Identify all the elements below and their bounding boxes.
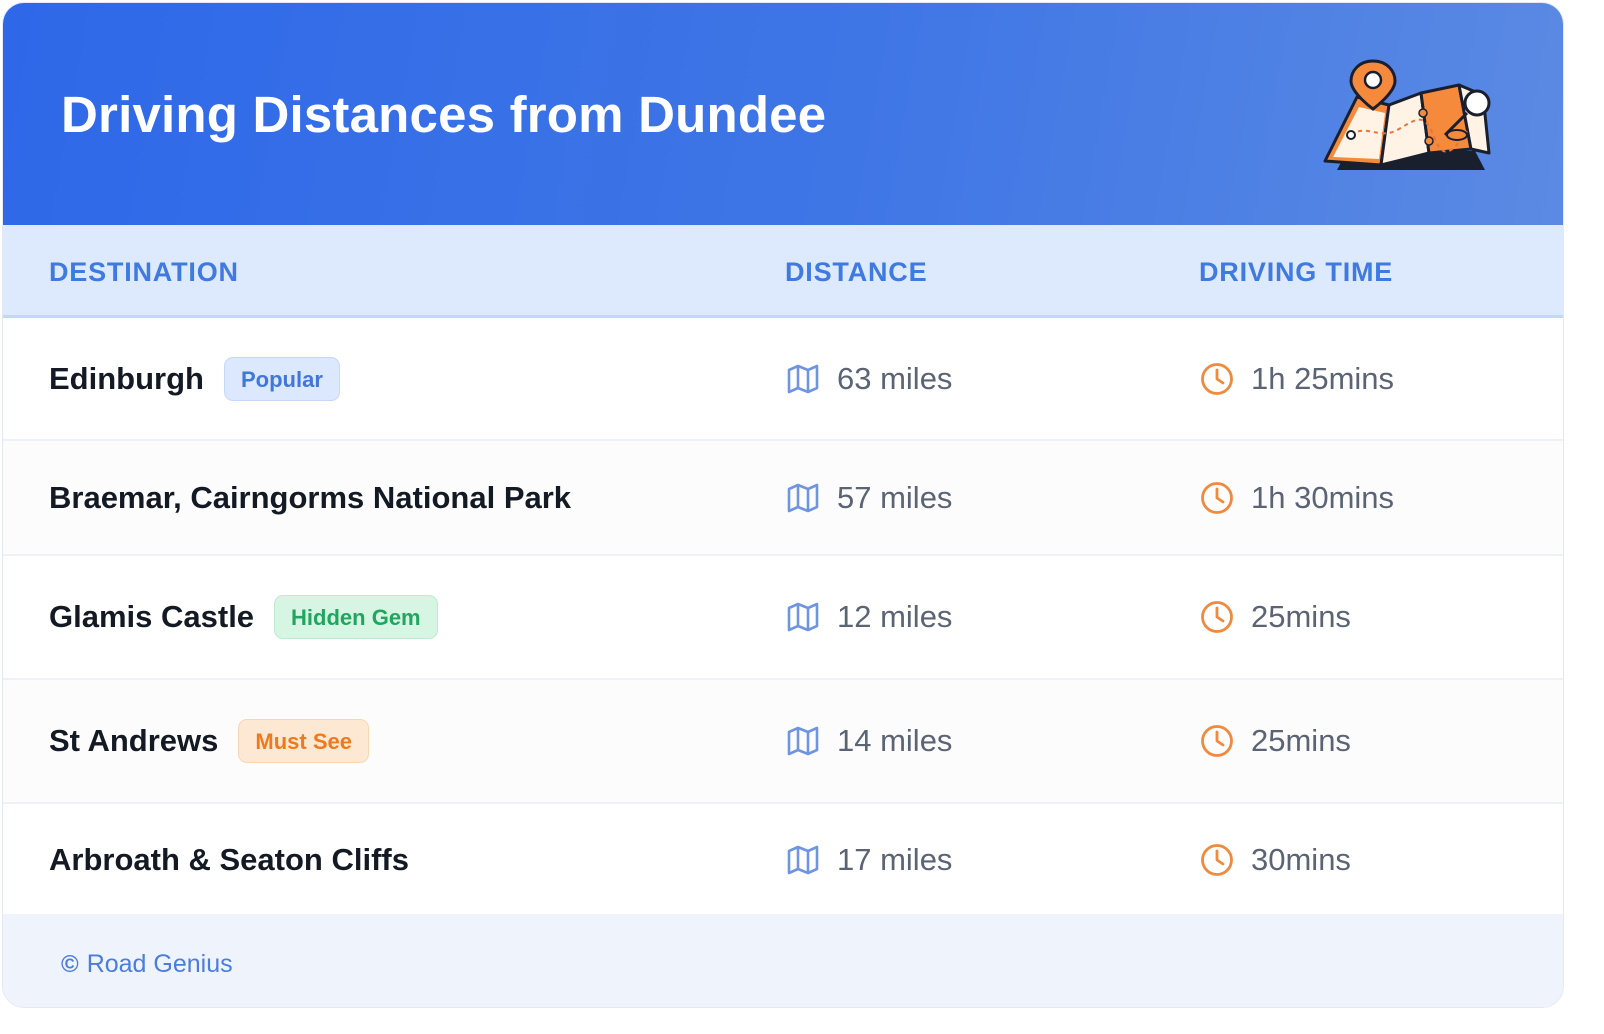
driving-time-cell: 1h 30mins [1199, 480, 1394, 516]
destination-cell: Edinburgh Popular [49, 356, 340, 401]
table-row: Glamis Castle Hidden Gem 12 miles 25mins [3, 556, 1563, 680]
column-header-distance: DISTANCE [785, 257, 928, 287]
destination-name: Braemar, Cairngorms National Park [49, 479, 572, 515]
distance-cell: 17 miles [785, 842, 952, 878]
distance-value: 14 miles [837, 723, 953, 758]
column-header-destination: DESTINATION [49, 257, 239, 287]
destination-cell: Glamis Castle Hidden Gem [49, 595, 438, 639]
clock-icon [1201, 481, 1233, 514]
map-icon [787, 483, 819, 512]
distance-value: 63 miles [837, 360, 953, 396]
driving-time-cell: 1h 25mins [1199, 361, 1394, 397]
map-icon [787, 364, 819, 393]
table-header: DESTINATION DISTANCE DRIVING TIME [3, 225, 1563, 318]
footer-credit: © Road Genius [61, 950, 233, 979]
destination-name: Glamis Castle [49, 599, 255, 634]
clock-icon [1201, 725, 1233, 757]
map-icon [787, 845, 819, 875]
folded-map-with-pin-icon [1323, 59, 1491, 170]
distance-cell: 14 miles [785, 723, 952, 759]
footer: © Road Genius [3, 914, 1563, 1007]
copyright-icon: © [61, 950, 79, 978]
credit-text: Road Genius [86, 950, 233, 978]
distance-cell: 12 miles [785, 599, 952, 635]
destination-name: Arbroath & Seaton Cliffs [49, 842, 409, 877]
column-header-driving-time: DRIVING TIME [1199, 257, 1394, 287]
driving-time-value: 30mins [1251, 842, 1351, 877]
destination-cell: St Andrews Must See [49, 719, 369, 763]
driving-time-cell: 25mins [1199, 599, 1351, 635]
map-icon [787, 726, 819, 756]
driving-time-value: 1h 30mins [1251, 479, 1395, 515]
driving-time-value: 25mins [1251, 599, 1351, 634]
table-row: Braemar, Cairngorms National Park 57 mil… [3, 441, 1563, 556]
table-row: Edinburgh Popular 63 miles 1h 25mins [3, 318, 1563, 441]
distance-value: 12 miles [837, 599, 953, 634]
distance-value: 17 miles [837, 842, 953, 877]
driving-time-value: 1h 25mins [1251, 360, 1395, 396]
destination-cell: Braemar, Cairngorms National Park [49, 480, 571, 516]
destination-cell: Arbroath & Seaton Cliffs [49, 842, 409, 878]
table-row: St Andrews Must See 14 miles 25mins [3, 680, 1563, 804]
destination-name: Edinburgh [49, 360, 204, 396]
table-body: Edinburgh Popular 63 miles 1h 25mins Bra… [3, 318, 1563, 918]
destination-name: St Andrews [49, 723, 219, 758]
status-badge: Hidden Gem [274, 595, 438, 639]
status-badge: Popular [223, 356, 340, 401]
distance-value: 57 miles [837, 479, 953, 515]
driving-time-value: 25mins [1251, 723, 1351, 758]
map-icon [787, 602, 819, 632]
distance-cell: 57 miles [785, 480, 952, 516]
driving-time-cell: 30mins [1199, 842, 1351, 878]
clock-icon [1201, 601, 1233, 633]
table-row: Arbroath & Seaton Cliffs 17 miles 30mins [3, 804, 1563, 918]
clock-icon [1201, 362, 1233, 395]
distance-card: Driving Distances from Dundee DESTINATIO… [2, 2, 1564, 1008]
status-badge: Must See [238, 719, 369, 763]
driving-time-cell: 25mins [1199, 723, 1351, 759]
page-title: Driving Distances from Dundee [61, 86, 827, 143]
clock-icon [1201, 844, 1233, 876]
distance-cell: 63 miles [785, 361, 952, 397]
header-banner: Driving Distances from Dundee [3, 3, 1563, 225]
